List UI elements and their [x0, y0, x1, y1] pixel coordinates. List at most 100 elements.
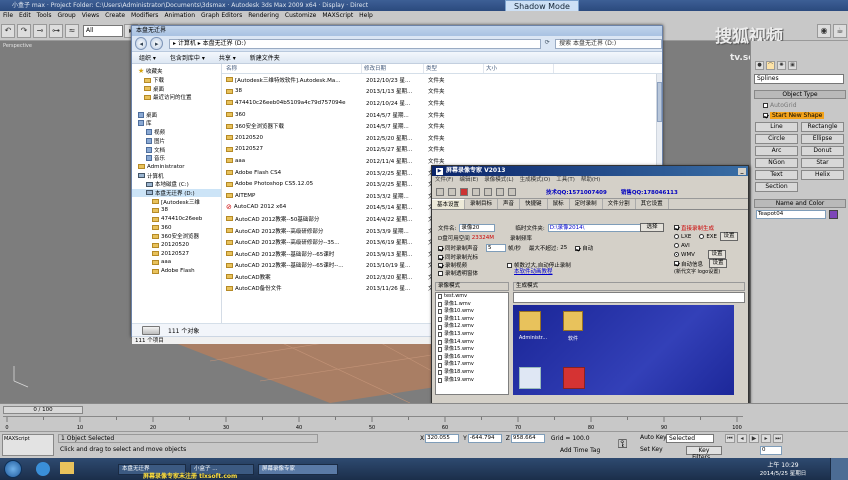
recorder-menu-item[interactable]: 编辑(E)	[456, 176, 481, 185]
lxe-radio[interactable]	[674, 234, 679, 239]
column-header[interactable]: 修改日期	[362, 64, 424, 73]
menu-item-11[interactable]: MAXScript	[319, 11, 356, 21]
administrator-folder-icon[interactable]	[519, 311, 541, 331]
camera-icon[interactable]: ▣	[788, 60, 797, 70]
avi-radio[interactable]	[674, 243, 679, 248]
shape-button-3[interactable]: Ellipse	[801, 134, 844, 144]
settings-icon[interactable]	[508, 187, 516, 196]
column-header[interactable]: 名称	[222, 64, 362, 73]
command-3[interactable]: 新建文件夹	[243, 53, 287, 62]
computer-icon[interactable]	[519, 367, 541, 389]
nav-item[interactable]: 下载	[132, 76, 221, 85]
menu-item-7[interactable]: Animation	[161, 11, 198, 21]
column-header[interactable]: 大小	[484, 64, 554, 73]
shapes-icon[interactable]: ⌒	[766, 60, 775, 70]
file-row[interactable]: 20120520 2012/5/20 星期... 文件夹	[222, 132, 662, 144]
start-new-shape-checkbox[interactable]	[763, 112, 768, 118]
recorder-tab[interactable]: 定时录制	[570, 199, 603, 209]
add-time-tag[interactable]: Add Time Tag	[560, 447, 600, 454]
recording-item[interactable]: 录像18.wmv	[438, 369, 508, 377]
shape-button-8[interactable]: Text	[755, 170, 798, 180]
scrollbar-thumb[interactable]	[657, 82, 662, 122]
nav-item[interactable]: [Autodesk三维	[132, 197, 221, 206]
preview-scrollbar[interactable]	[734, 305, 745, 395]
unlink-icon[interactable]: ⊶	[49, 23, 63, 38]
object-name-field[interactable]: Teapot04	[756, 210, 826, 219]
current-frame-field[interactable]: 0	[760, 446, 782, 455]
exe-set-button[interactable]: 设置	[720, 232, 739, 241]
ie-icon[interactable]	[36, 462, 50, 476]
fps-input[interactable]: 5	[486, 244, 507, 252]
file-row[interactable]: 360 2014/5/7 星期... 文件夹	[222, 109, 662, 121]
filename-input[interactable]: 录像20	[459, 224, 496, 232]
recording-item[interactable]: test.wmv	[438, 293, 508, 301]
recording-item[interactable]: 录像19.wmv	[438, 377, 508, 385]
nav-item[interactable]: 计算机	[132, 171, 221, 180]
auto-key-button[interactable]: Auto Key	[640, 434, 667, 441]
menu-item-4[interactable]: Views	[79, 11, 102, 21]
recorder-tab[interactable]: 声音	[498, 199, 521, 209]
wmv-set-button[interactable]: 设置	[707, 250, 726, 259]
record-audio-checkbox[interactable]	[438, 245, 443, 251]
go-start-icon[interactable]: ⏮	[725, 434, 735, 443]
exe-radio[interactable]	[699, 234, 705, 239]
explorer-taskbar-icon[interactable]	[60, 462, 74, 474]
nav-item[interactable]: 音乐	[132, 154, 221, 163]
task-button[interactable]: 屏幕录像专家	[258, 463, 338, 475]
key-mode-dropdown[interactable]: Selected	[666, 434, 714, 443]
file-row[interactable]: 474410c26eeb04b5109a4c79d757094e 2012/10/…	[222, 97, 662, 109]
nav-item[interactable]: 360	[132, 223, 221, 232]
choose-folder-button[interactable]: 选择	[640, 223, 664, 232]
undo-icon[interactable]: ↶	[1, 23, 15, 38]
nav-item[interactable]	[132, 102, 221, 111]
auto-checkbox[interactable]	[575, 245, 581, 251]
time-slider[interactable]: 0 / 100	[3, 406, 83, 414]
file-row[interactable]: 20120527 2012/5/27 星期... 文件夹	[222, 144, 662, 156]
gen-mode-header[interactable]: 生成模式	[513, 282, 745, 291]
recording-item[interactable]: 录像15.wmv	[438, 346, 508, 354]
nav-item[interactable]: 38	[132, 206, 221, 215]
record-icon[interactable]	[460, 187, 468, 196]
menu-item-12[interactable]: Help	[356, 11, 376, 21]
category-dropdown[interactable]: Splines	[754, 74, 844, 84]
key-filters-button[interactable]: Key Filters...	[686, 446, 722, 461]
nav-item[interactable]: 360安全浏览器	[132, 232, 221, 241]
render-icon[interactable]: ☕	[833, 23, 847, 38]
save-icon[interactable]	[448, 187, 456, 196]
render-setup-icon[interactable]: ◉	[817, 23, 831, 38]
recorder-menu-item[interactable]: 文件(F)	[432, 176, 456, 185]
viewport-label[interactable]: Perspective	[3, 43, 32, 49]
nav-item[interactable]: 474410c26eeb	[132, 215, 221, 224]
nav-item[interactable]: 文档	[132, 145, 221, 154]
shape-button-10[interactable]: Section	[755, 182, 798, 192]
tutorial-link[interactable]: 本软件动画教程	[514, 267, 553, 275]
auto-info-set-button[interactable]: 设置	[709, 259, 728, 268]
recorder-tab[interactable]: 基本设置	[432, 199, 466, 209]
refresh-icon[interactable]: ⟳	[543, 39, 553, 49]
column-header[interactable]: 类型	[424, 64, 484, 73]
recorder-tab[interactable]: 鼠标	[548, 199, 570, 209]
nav-item[interactable]: Adobe Flash	[132, 267, 221, 276]
nav-item[interactable]: 20120527	[132, 249, 221, 258]
nav-item[interactable]: 本盘无迁界 (D:)	[132, 188, 221, 198]
open-icon[interactable]	[436, 187, 444, 196]
menu-item-0[interactable]: File	[0, 11, 16, 21]
edit-icon[interactable]	[496, 187, 504, 196]
shape-button-0[interactable]: Line	[755, 122, 798, 132]
nav-item[interactable]: 本地磁盘 (C:)	[132, 180, 221, 189]
start-button[interactable]	[4, 460, 22, 478]
temp-folder-input[interactable]: D:\录像2014\	[547, 224, 644, 232]
menu-item-8[interactable]: Graph Editors	[198, 11, 245, 21]
recorder-menu-item[interactable]: 生成模式(O)	[517, 176, 554, 185]
redo-icon[interactable]: ↷	[17, 23, 31, 38]
link-icon[interactable]: ⊸	[33, 23, 47, 38]
nav-item[interactable]: Administrator	[132, 163, 221, 172]
recorder-tab[interactable]: 其它设置	[636, 199, 669, 209]
record-transparent-checkbox[interactable]	[438, 270, 443, 276]
auto-info-checkbox[interactable]	[674, 261, 679, 266]
autogrid-row[interactable]: AutoGrid	[751, 101, 848, 110]
file-row[interactable]: 360安全浏览器下载 2014/5/7 星期... 文件夹	[222, 120, 662, 132]
acrobat-icon[interactable]	[563, 367, 585, 389]
recording-item[interactable]: 录像10.wmv	[438, 308, 508, 316]
nav-item[interactable]: 视频	[132, 128, 221, 137]
